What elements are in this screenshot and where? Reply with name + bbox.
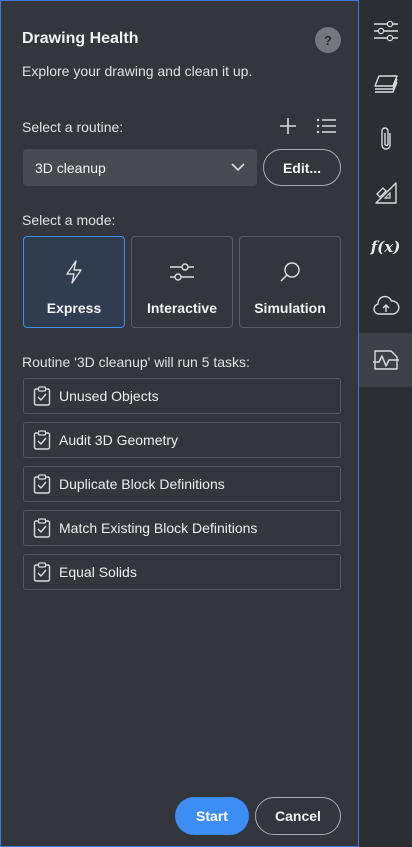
function-label: f(x) — [370, 238, 401, 256]
clipboard-check-icon — [32, 562, 52, 582]
properties-sliders-icon[interactable] — [359, 4, 412, 58]
panel-title: Drawing Health — [22, 30, 139, 47]
drawing-tools-icon[interactable] — [359, 166, 412, 220]
list-icon[interactable] — [313, 113, 339, 139]
task-label: Unused Objects — [59, 388, 159, 404]
mode-interactive-label: Interactive — [146, 300, 218, 316]
edit-routine-button[interactable]: Edit... — [263, 149, 341, 186]
routine-label: Select a routine: — [22, 119, 124, 135]
lightning-icon — [64, 259, 84, 285]
clipboard-check-icon — [32, 518, 52, 538]
plus-icon[interactable] — [275, 113, 301, 139]
tasks-heading: Routine '3D cleanup' will run 5 tasks: — [22, 354, 250, 370]
drawing-health-panel: Drawing Health ? Explore your drawing an… — [0, 0, 359, 847]
attachments-icon[interactable] — [359, 112, 412, 166]
task-item: Audit 3D Geometry — [23, 422, 341, 458]
clipboard-check-icon — [32, 474, 52, 494]
task-item: Unused Objects — [23, 378, 341, 414]
magnifier-icon — [279, 259, 301, 285]
task-label: Equal Solids — [59, 564, 137, 580]
mode-simulation-label: Simulation — [254, 300, 326, 316]
task-label: Duplicate Block Definitions — [59, 476, 225, 492]
help-button[interactable]: ? — [315, 27, 341, 53]
mode-label: Select a mode: — [22, 212, 116, 228]
cancel-button[interactable]: Cancel — [255, 797, 341, 835]
chevron-down-icon — [231, 159, 245, 177]
mode-interactive[interactable]: Interactive — [131, 236, 233, 328]
mode-express-label: Express — [46, 300, 102, 316]
task-item: Duplicate Block Definitions — [23, 466, 341, 502]
cloud-upload-icon[interactable] — [359, 279, 412, 333]
mode-simulation[interactable]: Simulation — [239, 236, 341, 328]
drawing-health-icon[interactable] — [359, 333, 412, 387]
routine-select[interactable]: 3D cleanup — [23, 149, 257, 186]
task-item: Match Existing Block Definitions — [23, 510, 341, 546]
task-item: Equal Solids — [23, 554, 341, 590]
clipboard-check-icon — [32, 430, 52, 450]
function-icon[interactable]: f(x) — [359, 220, 412, 274]
start-button[interactable]: Start — [175, 797, 249, 835]
layers-icon[interactable] — [359, 58, 412, 112]
right-sidebar: f(x) — [359, 0, 412, 847]
routine-select-value: 3D cleanup — [35, 159, 106, 176]
clipboard-check-icon — [32, 386, 52, 406]
panel-subtitle: Explore your drawing and clean it up. — [22, 63, 253, 79]
task-label: Match Existing Block Definitions — [59, 520, 258, 536]
sliders-icon — [169, 259, 195, 285]
mode-express[interactable]: Express — [23, 236, 125, 328]
task-label: Audit 3D Geometry — [59, 432, 179, 448]
